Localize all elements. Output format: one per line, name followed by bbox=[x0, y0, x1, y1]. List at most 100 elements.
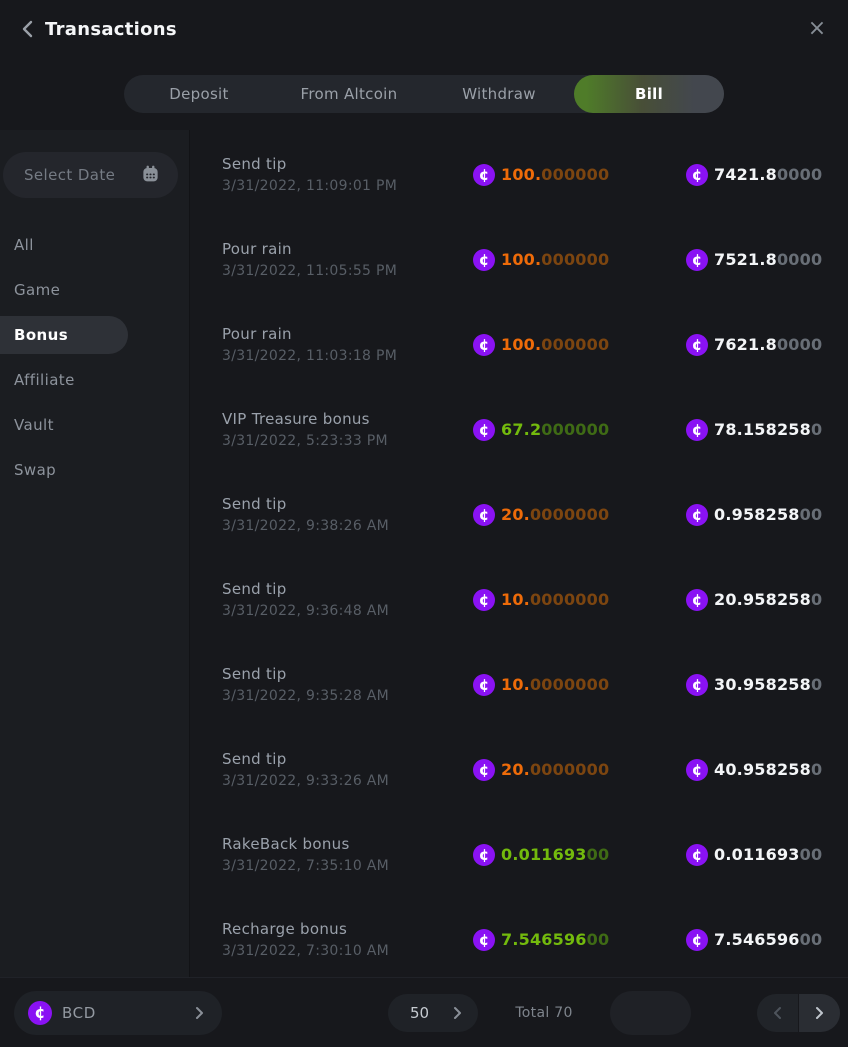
balance-significant: 78.158258 bbox=[714, 420, 811, 439]
bcd-coin-icon: ¢ bbox=[686, 674, 708, 696]
balance-significant: 0.011693 bbox=[714, 845, 800, 864]
amount-trailing: 00 bbox=[587, 930, 610, 949]
total-count: Total 70 bbox=[514, 1005, 574, 1021]
page-title: Transactions bbox=[45, 19, 177, 40]
bcd-coin-icon: ¢ bbox=[473, 419, 495, 441]
page-size-value: 50 bbox=[410, 1004, 429, 1022]
transactions-modal: Transactions × Deposit From Altcoin Withdr… bbox=[0, 0, 848, 1047]
tab-label: From Altcoin bbox=[301, 85, 398, 103]
amount-significant: 67.2 bbox=[501, 420, 541, 439]
transaction-name: Recharge bonus bbox=[222, 920, 473, 938]
transaction-name: Send tip bbox=[222, 665, 473, 683]
select-date-button[interactable]: Select Date bbox=[3, 152, 178, 198]
bcd-coin-icon: ¢ bbox=[473, 164, 495, 186]
balance-significant: 7521.8 bbox=[714, 250, 777, 269]
transaction-amount: ¢ 20.0000000 bbox=[473, 759, 686, 781]
transaction-row[interactable]: Recharge bonus 3/31/2022, 7:30:10 AM ¢ 7… bbox=[190, 897, 848, 982]
filter-label: Bonus bbox=[14, 326, 68, 344]
transaction-name: Send tip bbox=[222, 495, 473, 513]
transaction-datetime: 3/31/2022, 9:35:28 AM bbox=[222, 688, 473, 704]
prev-page-button[interactable] bbox=[757, 994, 798, 1032]
transaction-row[interactable]: Pour rain 3/31/2022, 11:05:55 PM ¢ 100.0… bbox=[190, 217, 848, 302]
amount-significant: 100. bbox=[501, 165, 541, 184]
amount-significant: 0.011693 bbox=[501, 845, 587, 864]
bcd-coin-icon: ¢ bbox=[28, 1001, 52, 1025]
tab[interactable]: Deposit bbox=[124, 75, 274, 113]
transaction-amount: ¢ 7.54659600 bbox=[473, 929, 686, 951]
bcd-coin-icon: ¢ bbox=[686, 844, 708, 866]
modal-body: Select Date All Game Bonus Affiliate Vault Sw… bbox=[0, 130, 848, 977]
transaction-amount: ¢ 100.000000 bbox=[473, 249, 686, 271]
tab[interactable]: Withdraw bbox=[424, 75, 574, 113]
sidebar-filter-item[interactable]: Bonus bbox=[0, 316, 128, 354]
balance-trailing: 00 bbox=[800, 505, 823, 524]
tab-label: Bill bbox=[635, 85, 663, 103]
currency-selector[interactable]: ¢ BCD bbox=[14, 991, 222, 1035]
balance-trailing: 0000 bbox=[777, 250, 822, 269]
transaction-row[interactable]: Send tip 3/31/2022, 9:35:28 AM ¢ 10.0000… bbox=[190, 642, 848, 727]
sidebar-filter-item[interactable]: Swap bbox=[0, 451, 128, 489]
transaction-name: VIP Treasure bonus bbox=[222, 410, 473, 428]
transaction-row[interactable]: Send tip 3/31/2022, 9:33:26 AM ¢ 20.0000… bbox=[190, 727, 848, 812]
balance-significant: 0.958258 bbox=[714, 505, 800, 524]
transaction-amount: ¢ 100.000000 bbox=[473, 164, 686, 186]
transaction-datetime: 3/31/2022, 9:38:26 AM bbox=[222, 518, 473, 534]
bcd-coin-icon: ¢ bbox=[473, 929, 495, 951]
transaction-balance: ¢ 0.95825800 bbox=[686, 504, 848, 526]
transaction-row[interactable]: Send tip 3/31/2022, 11:09:01 PM ¢ 100.00… bbox=[190, 132, 848, 217]
transaction-name: Send tip bbox=[222, 750, 473, 768]
transaction-balance: ¢ 40.9582580 bbox=[686, 759, 848, 781]
tab[interactable]: From Altcoin bbox=[274, 75, 424, 113]
transaction-list: Send tip 3/31/2022, 11:09:01 PM ¢ 100.00… bbox=[190, 130, 848, 977]
transaction-row[interactable]: Send tip 3/31/2022, 9:38:26 AM ¢ 20.0000… bbox=[190, 472, 848, 557]
transaction-datetime: 3/31/2022, 7:35:10 AM bbox=[222, 858, 473, 874]
balance-significant: 7421.8 bbox=[714, 165, 777, 184]
transaction-balance: ¢ 7621.80000 bbox=[686, 334, 848, 356]
bcd-coin-icon: ¢ bbox=[686, 249, 708, 271]
sidebar-filter-item[interactable]: Game bbox=[0, 271, 128, 309]
balance-significant: 7.546596 bbox=[714, 930, 800, 949]
bcd-coin-icon: ¢ bbox=[473, 249, 495, 271]
transaction-balance: ¢ 7421.80000 bbox=[686, 164, 848, 186]
transaction-datetime: 3/31/2022, 11:03:18 PM bbox=[222, 348, 473, 364]
tab-label: Withdraw bbox=[462, 85, 536, 103]
transaction-row[interactable]: Pour rain 3/31/2022, 11:03:18 PM ¢ 100.0… bbox=[190, 302, 848, 387]
transaction-balance: ¢ 78.1582580 bbox=[686, 419, 848, 441]
transaction-row[interactable]: VIP Treasure bonus 3/31/2022, 5:23:33 PM… bbox=[190, 387, 848, 472]
transaction-datetime: 3/31/2022, 11:09:01 PM bbox=[222, 178, 473, 194]
transaction-row[interactable]: Send tip 3/31/2022, 9:36:48 AM ¢ 10.0000… bbox=[190, 557, 848, 642]
next-page-button[interactable] bbox=[799, 994, 840, 1032]
balance-significant: 40.958258 bbox=[714, 760, 811, 779]
transaction-name: Pour rain bbox=[222, 240, 473, 258]
bcd-coin-icon: ¢ bbox=[473, 589, 495, 611]
chevron-right-icon bbox=[453, 1006, 462, 1020]
transaction-balance: ¢ 7521.80000 bbox=[686, 249, 848, 271]
amount-trailing: 0000000 bbox=[530, 675, 609, 694]
sidebar-filter-item[interactable]: Vault bbox=[0, 406, 128, 444]
balance-significant: 30.958258 bbox=[714, 675, 811, 694]
tab[interactable]: Bill bbox=[574, 75, 724, 113]
transaction-name: Send tip bbox=[222, 155, 473, 173]
amount-trailing: 0000000 bbox=[530, 590, 609, 609]
balance-significant: 20.958258 bbox=[714, 590, 811, 609]
page-size-selector[interactable]: 50 bbox=[388, 994, 478, 1032]
transaction-balance: ¢ 30.9582580 bbox=[686, 674, 848, 696]
tab-bar-row: Deposit From Altcoin Withdraw Bill bbox=[0, 58, 848, 130]
pager bbox=[757, 994, 840, 1032]
transaction-amount: ¢ 10.0000000 bbox=[473, 589, 686, 611]
balance-trailing: 0000 bbox=[777, 165, 822, 184]
sidebar-filter-item[interactable]: All bbox=[0, 226, 128, 264]
close-icon[interactable]: × bbox=[804, 16, 830, 42]
filter-label: All bbox=[14, 236, 34, 254]
sidebar-filter-item[interactable]: Affiliate bbox=[0, 361, 128, 399]
chevron-right-icon bbox=[815, 1006, 824, 1020]
transaction-row[interactable]: RakeBack bonus 3/31/2022, 7:35:10 AM ¢ 0… bbox=[190, 812, 848, 897]
bcd-coin-icon: ¢ bbox=[686, 589, 708, 611]
balance-trailing: 00 bbox=[800, 845, 823, 864]
bcd-coin-icon: ¢ bbox=[686, 419, 708, 441]
transaction-balance: ¢ 0.01169300 bbox=[686, 844, 848, 866]
transaction-name: Pour rain bbox=[222, 325, 473, 343]
balance-trailing: 0000 bbox=[777, 335, 822, 354]
transaction-datetime: 3/31/2022, 5:23:33 PM bbox=[222, 433, 473, 449]
back-icon[interactable] bbox=[16, 18, 38, 40]
